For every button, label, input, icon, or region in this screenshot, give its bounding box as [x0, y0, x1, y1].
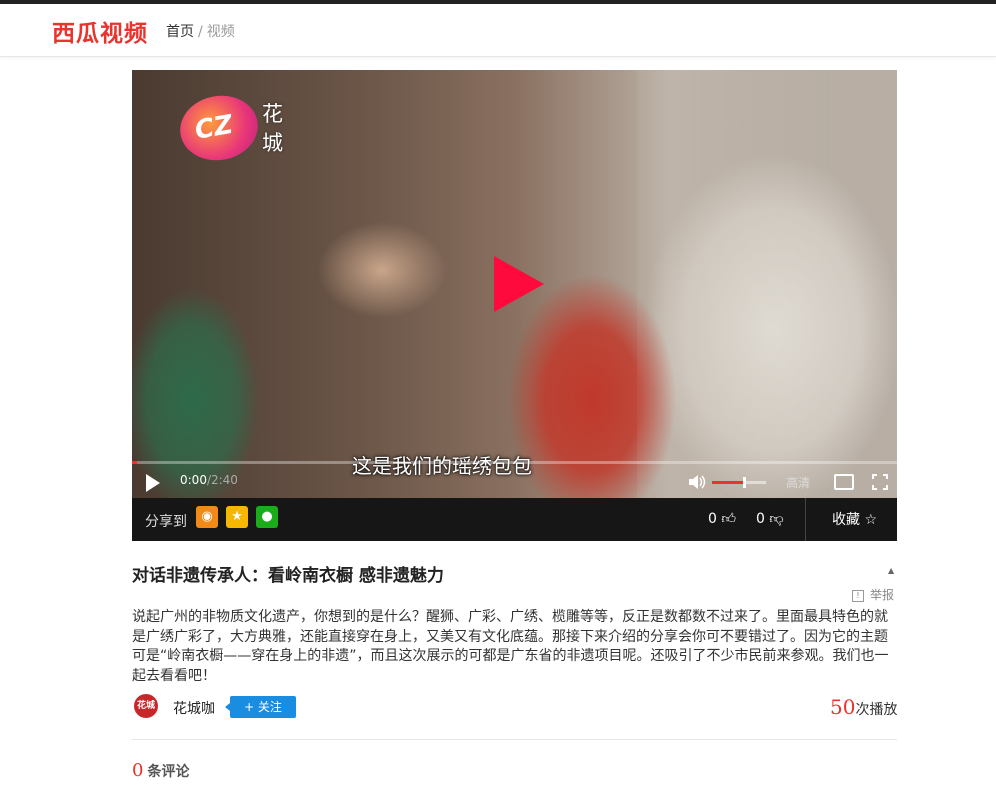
dislike-count: 0: [756, 511, 765, 527]
comments-header: 0 条评论: [132, 760, 189, 781]
video-frame-highlight: [637, 70, 897, 498]
time-display: 0:00/2:40: [180, 473, 238, 487]
site-header: 西瓜视频 首页 / 视频: [0, 4, 996, 57]
play-count: 50次播放: [830, 695, 897, 719]
wechat-share-icon[interactable]: ●: [256, 506, 278, 528]
volume-knob[interactable]: [743, 477, 746, 488]
share-bar-divider: [805, 498, 806, 541]
author-name[interactable]: 花城咖: [173, 698, 215, 718]
channel-name: 花城: [262, 102, 283, 155]
follow-button[interactable]: + 关注: [225, 696, 296, 718]
current-time: 0:00: [180, 473, 207, 487]
progress-bar[interactable]: [132, 461, 897, 464]
report-label: 举报: [870, 588, 895, 602]
breadcrumb-separator: /: [198, 24, 203, 40]
thumbs-up-icon: 👍︎: [721, 511, 737, 527]
volume-slider[interactable]: [712, 477, 766, 488]
section-divider: [132, 739, 897, 740]
like-count: 0: [708, 511, 717, 527]
widescreen-icon[interactable]: [834, 474, 854, 490]
play-count-number: 50: [830, 695, 856, 719]
progress-fill: [132, 461, 137, 464]
report-button[interactable]: ! 举报: [852, 586, 894, 603]
like-button[interactable]: 0 👍︎: [708, 510, 736, 527]
star-icon: ☆: [864, 512, 878, 528]
quality-selector[interactable]: 高清: [786, 474, 810, 491]
video-description: 说起广州的非物质文化遗产，你想到的是什么？醒狮、广彩、广绣、榄雕等等，反正是数都…: [132, 609, 889, 684]
breadcrumb-current: 视频: [206, 24, 235, 40]
report-icon: !: [852, 589, 864, 602]
volume-fill: [712, 481, 744, 484]
breadcrumb-home[interactable]: 首页: [166, 24, 194, 40]
site-logo[interactable]: 西瓜视频: [52, 14, 148, 48]
video-title: 对话非遗传承人：看岭南衣橱 感非遗魅力: [132, 566, 444, 586]
comment-count: 0: [132, 760, 144, 781]
play-icon[interactable]: [146, 474, 160, 492]
duration: /2:40: [206, 473, 238, 487]
breadcrumb: 首页 / 视频: [166, 21, 235, 41]
qzone-share-icon[interactable]: ★: [226, 506, 248, 528]
channel-logo-text: CZ: [192, 109, 236, 146]
thumbs-down-icon: 👎︎: [769, 511, 784, 527]
collect-label: 收藏: [832, 512, 860, 528]
collapse-arrow-icon[interactable]: ▲: [888, 566, 894, 575]
dislike-button[interactable]: 0 👎︎: [756, 510, 784, 527]
play-count-suffix: 次播放: [855, 702, 898, 718]
video-player[interactable]: CZ 花城 这是我们的瑶绣包包 0:00/2:40 高清: [132, 70, 897, 498]
volume-icon[interactable]: [688, 475, 706, 489]
share-bar: 分享到 ◉ ★ ● 0 👍︎ 0 👎︎ 收藏 ☆: [132, 498, 897, 541]
weibo-share-icon[interactable]: ◉: [196, 506, 218, 528]
collect-button[interactable]: 收藏 ☆: [832, 509, 877, 529]
big-play-icon[interactable]: [494, 256, 544, 312]
fullscreen-icon[interactable]: [872, 474, 888, 490]
author-avatar[interactable]: 花城: [134, 694, 158, 718]
share-label: 分享到: [145, 514, 187, 530]
comments-label: 条评论: [147, 764, 190, 780]
